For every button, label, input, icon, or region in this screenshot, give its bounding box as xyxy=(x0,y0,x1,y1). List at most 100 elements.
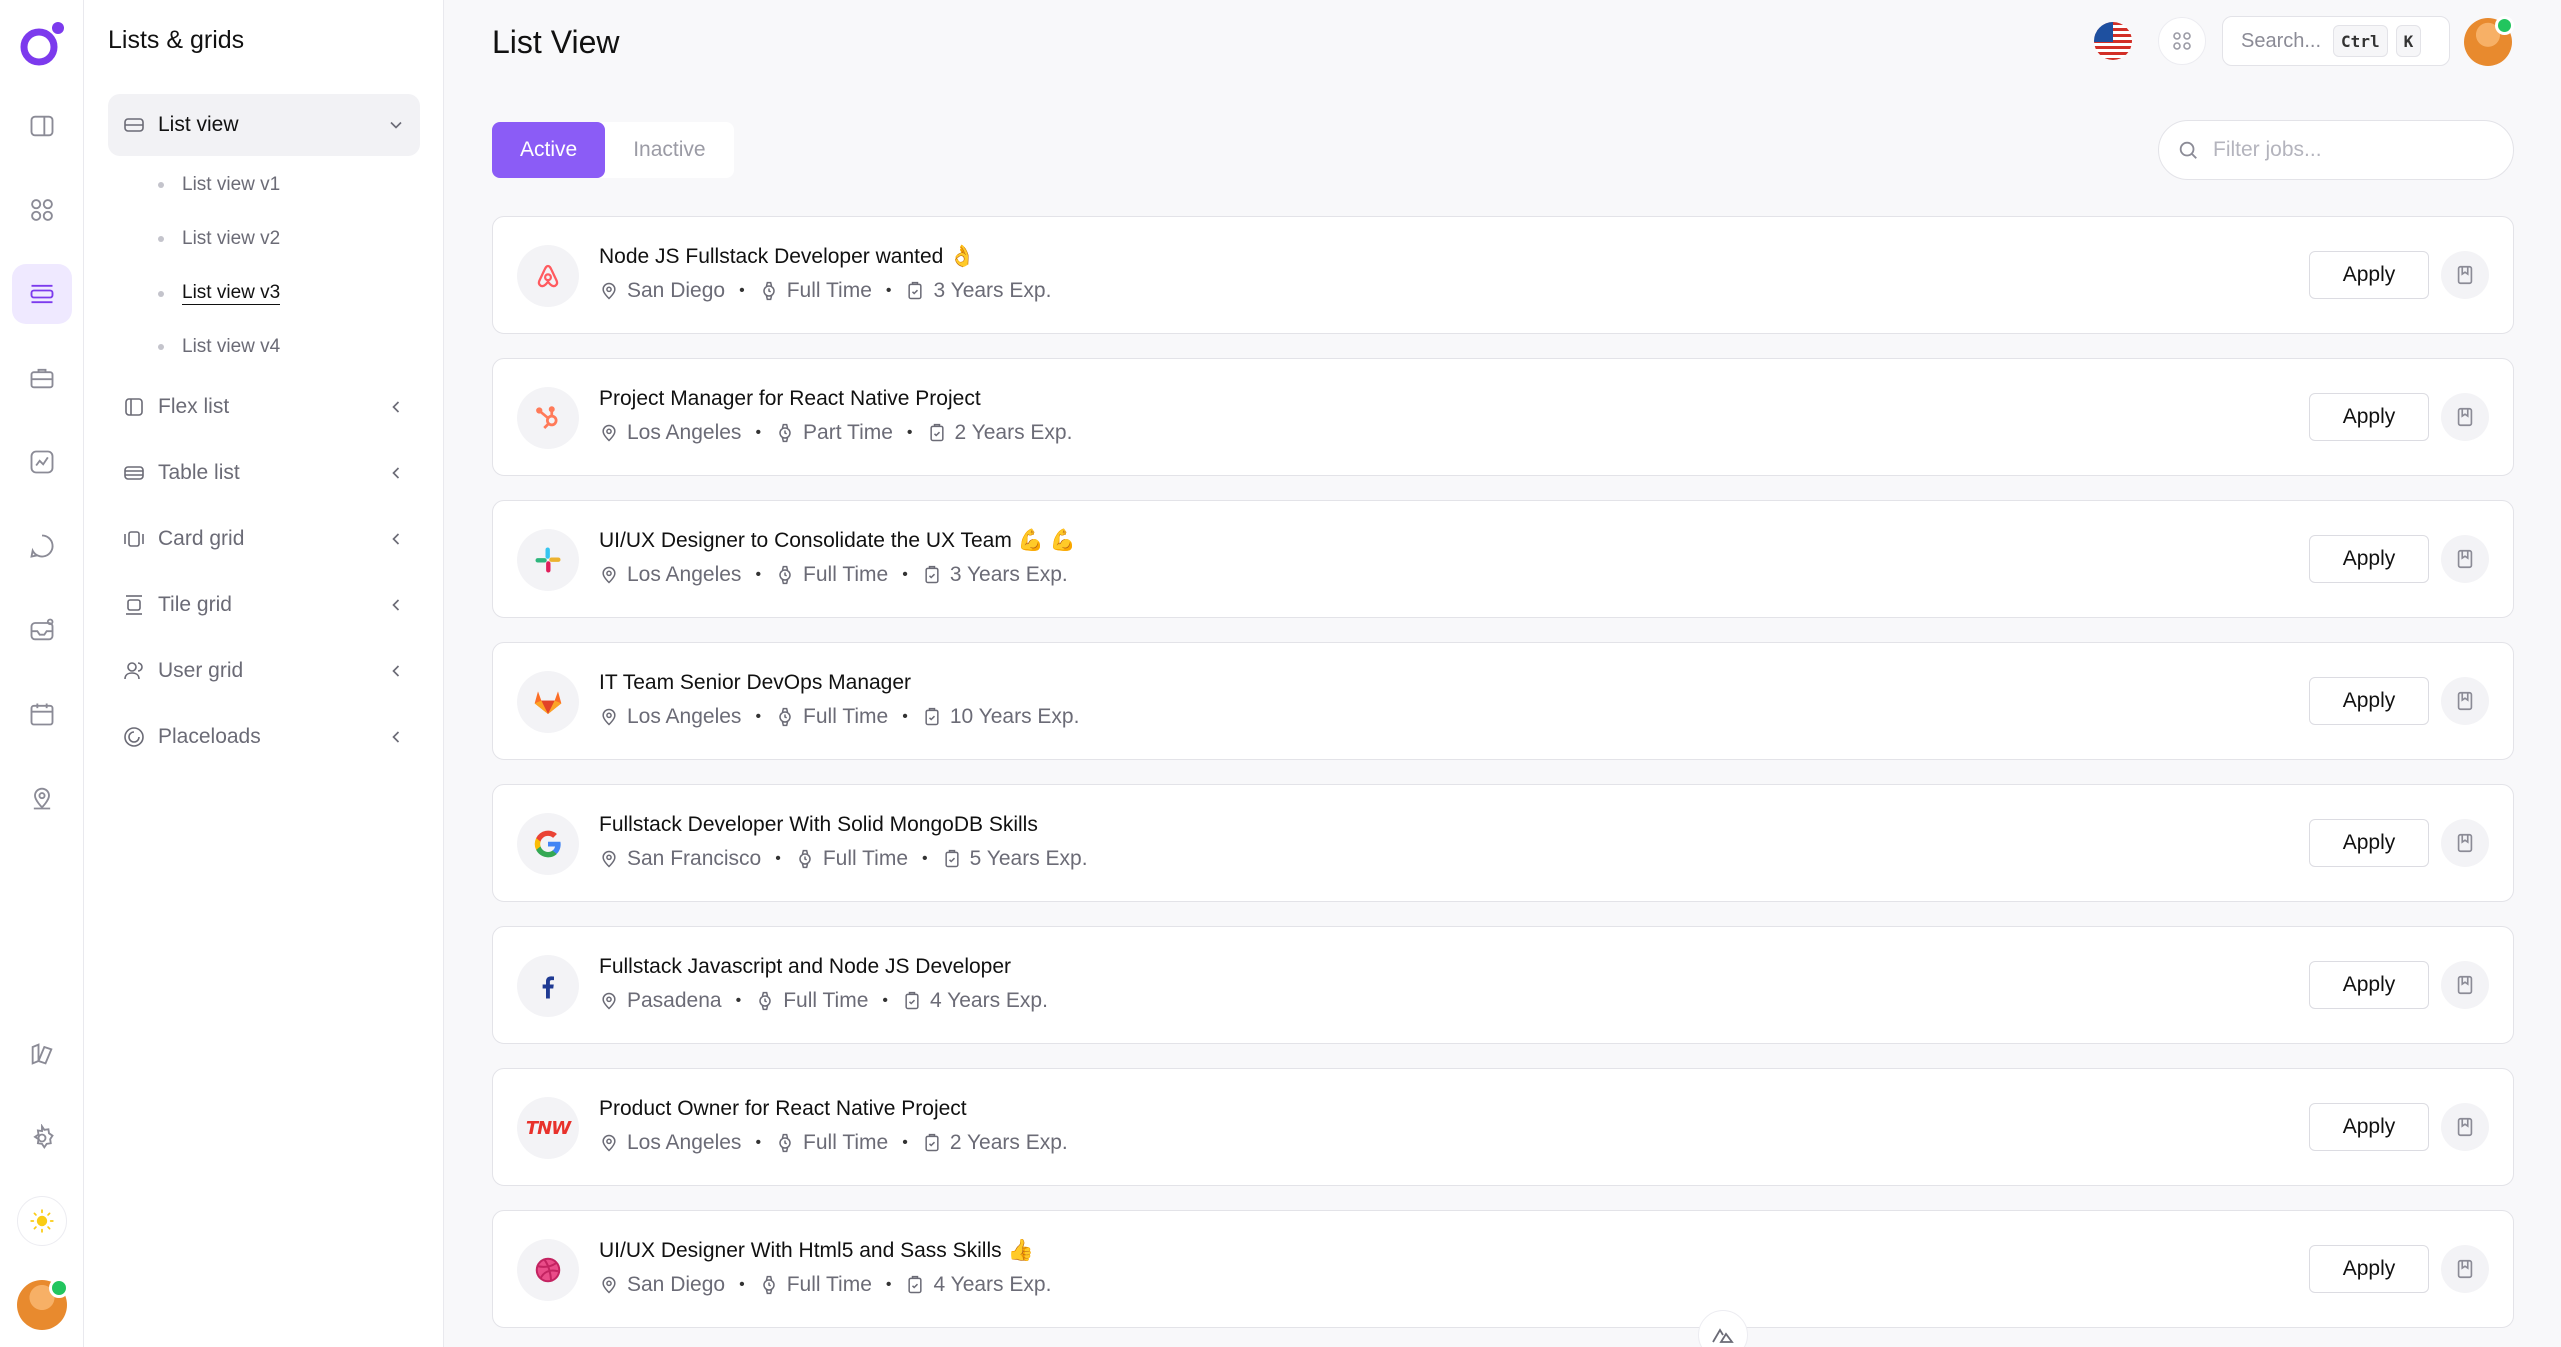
job-type: Part Time xyxy=(775,421,893,445)
job-location: Pasadena xyxy=(599,989,722,1013)
chart-icon[interactable] xyxy=(12,432,72,492)
clipboard-check-icon xyxy=(925,707,939,726)
meta-separator: • xyxy=(902,1134,908,1151)
bookmark-icon[interactable] xyxy=(2441,1103,2489,1151)
job-meta: Los Angeles • Full Time • 10 Years Exp. xyxy=(599,705,1079,729)
sidebar-subitem-list-view-v4[interactable]: List view v4 xyxy=(158,336,280,358)
kbd-ctrl: Ctrl xyxy=(2333,25,2388,57)
chat-icon[interactable] xyxy=(12,516,72,576)
sidebar-item-list-view[interactable]: List view xyxy=(108,94,420,156)
map-pin-icon[interactable] xyxy=(12,768,72,828)
map-pin-icon xyxy=(602,424,616,442)
map-pin-icon xyxy=(602,1134,616,1152)
bookmark-icon[interactable] xyxy=(2441,535,2489,583)
header-avatar[interactable] xyxy=(2464,16,2514,66)
job-experience-text: 5 Years Exp. xyxy=(969,847,1088,870)
job-experience-text: 3 Years Exp. xyxy=(933,279,1052,302)
job-card: Fullstack Javascript and Node JS Develop… xyxy=(492,926,2514,1044)
subitem-label: List view v1 xyxy=(182,174,281,195)
chevron-left-icon xyxy=(386,529,406,549)
us-flag-icon[interactable] xyxy=(2094,22,2132,60)
sidebar-subitem-list-view-v3[interactable]: List view v3 xyxy=(158,282,281,305)
flex-list-icon xyxy=(122,395,146,419)
chevron-left-icon xyxy=(386,595,406,615)
meta-separator: • xyxy=(885,282,892,299)
apply-button[interactable]: Apply xyxy=(2309,535,2429,583)
sidebar-item-label: Placeloads xyxy=(158,725,261,748)
sidebar-item-label: Table list xyxy=(158,461,240,484)
filter-jobs-field[interactable] xyxy=(2158,120,2514,180)
map-pin-icon xyxy=(602,282,616,300)
apply-button[interactable]: Apply xyxy=(2309,961,2429,1009)
bookmark-icon[interactable] xyxy=(2441,677,2489,725)
sidebar-item-flex-list[interactable]: Flex list xyxy=(108,376,420,438)
job-type: Full Time xyxy=(795,847,908,871)
watch-icon xyxy=(779,423,791,443)
job-location: Los Angeles xyxy=(599,563,741,587)
table-list-icon xyxy=(122,461,146,485)
job-experience: 4 Years Exp. xyxy=(902,989,1048,1013)
sidebar-item-table-list[interactable]: Table list xyxy=(108,442,420,504)
bookmark-icon[interactable] xyxy=(2441,393,2489,441)
job-card: Project Manager for React Native Project… xyxy=(492,358,2514,476)
sidebar-item-label: Card grid xyxy=(158,527,245,550)
job-meta: San Diego • Full Time • 3 Years Exp. xyxy=(599,279,1051,303)
settings-icon[interactable] xyxy=(12,1108,72,1168)
apply-button[interactable]: Apply xyxy=(2309,1103,2429,1151)
sidebar-item-placeloads[interactable]: Placeloads xyxy=(108,706,420,768)
chevron-left-icon xyxy=(386,463,406,483)
job-title: Fullstack Javascript and Node JS Develop… xyxy=(599,955,1012,978)
tile-grid-icon xyxy=(122,593,146,617)
customize-icon[interactable] xyxy=(12,1024,72,1084)
meta-separator: • xyxy=(922,850,928,867)
inbox-icon[interactable] xyxy=(12,600,72,660)
apps-grid-icon[interactable] xyxy=(2158,17,2206,65)
chevron-down-icon xyxy=(386,115,406,135)
job-card: TNW Product Owner for React Native Proje… xyxy=(492,1068,2514,1186)
apply-button[interactable]: Apply xyxy=(2309,1245,2429,1293)
clipboard-check-icon xyxy=(908,281,923,300)
briefcase-icon[interactable] xyxy=(12,348,72,408)
watch-icon xyxy=(779,707,791,727)
bookmark-icon[interactable] xyxy=(2441,961,2489,1009)
job-location-text: Los Angeles xyxy=(627,421,742,444)
dashboard-icon[interactable] xyxy=(12,180,72,240)
app-logo[interactable] xyxy=(16,18,68,70)
apply-button[interactable]: Apply xyxy=(2309,251,2429,299)
job-experience: 2 Years Exp. xyxy=(922,1131,1068,1155)
job-title: IT Team Senior DevOps Manager xyxy=(599,671,912,694)
job-location: Los Angeles xyxy=(599,1131,741,1155)
sidebar-item-label: Tile grid xyxy=(158,593,232,616)
sidebar-subitem-list-view-v1[interactable]: List view v1 xyxy=(158,174,280,196)
clipboard-check-icon xyxy=(925,1133,939,1152)
apply-button[interactable]: Apply xyxy=(2309,393,2429,441)
bookmark-icon[interactable] xyxy=(2441,1245,2489,1293)
apply-button[interactable]: Apply xyxy=(2309,677,2429,725)
job-title: Fullstack Developer With Solid MongoDB S… xyxy=(599,813,1038,836)
watch-icon xyxy=(799,849,811,869)
filter-jobs-input[interactable] xyxy=(2213,138,2493,162)
job-meta: San Diego • Full Time • 4 Years Exp. xyxy=(599,1273,1051,1297)
job-location: Los Angeles xyxy=(599,705,741,729)
lists-icon[interactable] xyxy=(12,264,72,324)
job-type: Full Time xyxy=(759,279,872,303)
theme-toggle-icon[interactable] xyxy=(17,1196,67,1246)
job-title: Product Owner for React Native Project xyxy=(599,1097,967,1120)
watch-icon xyxy=(759,991,771,1011)
bookmark-icon[interactable] xyxy=(2441,251,2489,299)
bookmark-icon[interactable] xyxy=(2441,819,2489,867)
sidebar-item-tile-grid[interactable]: Tile grid xyxy=(108,574,420,636)
user-grid-icon xyxy=(122,659,146,683)
job-type-text: Full Time xyxy=(786,1273,872,1296)
global-search[interactable]: Search... Ctrl K xyxy=(2222,16,2450,66)
tab-active[interactable]: Active xyxy=(492,122,606,178)
job-type-text: Part Time xyxy=(803,421,893,444)
sidebar-item-card-grid[interactable]: Card grid xyxy=(108,508,420,570)
user-avatar[interactable] xyxy=(17,1278,69,1330)
calendar-icon[interactable] xyxy=(12,684,72,744)
sidebar-subitem-list-view-v2[interactable]: List view v2 xyxy=(158,228,280,250)
sidebar-toggle-icon[interactable] xyxy=(12,96,72,156)
tab-inactive[interactable]: Inactive xyxy=(605,122,733,178)
apply-button[interactable]: Apply xyxy=(2309,819,2429,867)
sidebar-item-user-grid[interactable]: User grid xyxy=(108,640,420,702)
